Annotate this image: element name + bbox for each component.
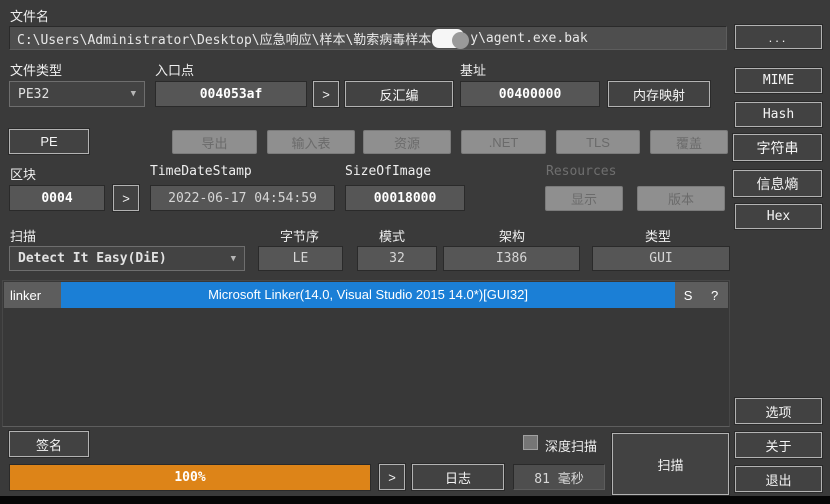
sections-goto-button[interactable]: > [113, 185, 139, 211]
deep-scan-checkbox[interactable] [523, 435, 538, 450]
deep-scan-label: 深度扫描 [545, 436, 597, 455]
sections-label: 区块 [10, 164, 36, 183]
file-type-value: PE32 [18, 87, 49, 102]
filename-path-suffix: y\agent.exe.bak [470, 31, 587, 46]
endianness-label: 字节序 [280, 226, 319, 245]
browse-button[interactable]: ... [735, 25, 822, 49]
sizeofimage-field[interactable]: 00018000 [345, 185, 465, 211]
disassemble-button[interactable]: 反汇编 [345, 81, 453, 107]
filename-path-prefix: C:\Users\Administrator\Desktop\应急响应\样本\勒… [17, 29, 431, 48]
log-button[interactable]: 日志 [412, 464, 504, 490]
resources-label: Resources [546, 164, 616, 179]
result-row-linker: linker Microsoft Linker(14.0, Visual Stu… [4, 282, 728, 308]
mode-label: 模式 [379, 226, 405, 245]
pe-button[interactable]: PE [9, 129, 89, 154]
options-button[interactable]: 选项 [735, 398, 822, 424]
scan-engine-value: Detect It Easy(DiE) [18, 251, 167, 266]
mode-field: 32 [357, 246, 437, 271]
overlay-button[interactable]: 覆盖 [650, 130, 728, 154]
sections-count-field[interactable]: 0004 [9, 185, 105, 211]
resources-version-button[interactable]: 版本 [637, 186, 725, 211]
bottom-edge [0, 496, 830, 504]
scan-button[interactable]: 扫描 [612, 433, 729, 495]
scan-progress-bar: 100% [9, 464, 371, 491]
elapsed-time-field: 81 毫秒 [513, 464, 605, 490]
hex-button[interactable]: Hex [735, 204, 822, 229]
exit-button[interactable]: 退出 [735, 466, 822, 492]
signature-button[interactable]: 签名 [9, 431, 89, 457]
import-table-button[interactable]: 输入表 [267, 130, 355, 154]
result-info-button[interactable]: ? [701, 288, 728, 303]
entry-point-label: 入口点 [155, 60, 194, 79]
file-type-label: 文件类型 [10, 60, 62, 79]
base-address-label: 基址 [460, 60, 486, 79]
timestamp-field[interactable]: 2022-06-17 04:54:59 [150, 185, 335, 211]
chevron-down-icon: ▼ [131, 89, 136, 99]
dotnet-button[interactable]: .NET [461, 130, 546, 154]
redaction-blob-small [452, 32, 469, 49]
type-label: 类型 [645, 226, 671, 245]
type-field: GUI [592, 246, 730, 271]
tls-button[interactable]: TLS [556, 130, 640, 154]
about-button[interactable]: 关于 [735, 432, 822, 458]
progress-goto-button[interactable]: > [379, 464, 405, 490]
result-detection-link[interactable]: Microsoft Linker(14.0, Visual Studio 201… [61, 282, 674, 308]
die-window: 文件名 C:\Users\Administrator\Desktop\应急响应\… [0, 0, 830, 504]
entropy-button[interactable]: 信息熵 [733, 170, 822, 197]
filename-label: 文件名 [10, 6, 49, 25]
result-type-label: linker [4, 288, 61, 303]
strings-button[interactable]: 字符串 [733, 134, 822, 161]
base-address-field[interactable]: 00400000 [460, 81, 600, 107]
scan-engine-select[interactable]: Detect It Easy(DiE) ▼ [9, 246, 245, 271]
arch-field: I386 [443, 246, 580, 271]
entry-point-field[interactable]: 004053af [155, 81, 307, 107]
scan-label: 扫描 [10, 226, 36, 245]
export-button[interactable]: 导出 [172, 130, 257, 154]
timestamp-label: TimeDateStamp [150, 164, 252, 179]
result-signature-button[interactable]: S [675, 288, 702, 303]
memory-map-button[interactable]: 内存映射 [608, 81, 710, 107]
arch-label: 架构 [499, 226, 525, 245]
file-type-select[interactable]: PE32 ▼ [9, 81, 145, 107]
filename-input[interactable]: C:\Users\Administrator\Desktop\应急响应\样本\勒… [9, 26, 727, 50]
resources-button[interactable]: 资源 [363, 130, 451, 154]
mime-button[interactable]: MIME [735, 68, 822, 93]
chevron-down-icon: ▼ [231, 254, 236, 264]
entry-point-goto-button[interactable]: > [313, 81, 339, 107]
sizeofimage-label: SizeOfImage [345, 164, 431, 179]
resources-show-button[interactable]: 显示 [545, 186, 623, 211]
hash-button[interactable]: Hash [735, 102, 822, 127]
scan-results-panel: linker Microsoft Linker(14.0, Visual Stu… [2, 280, 730, 427]
endianness-field: LE [258, 246, 343, 271]
